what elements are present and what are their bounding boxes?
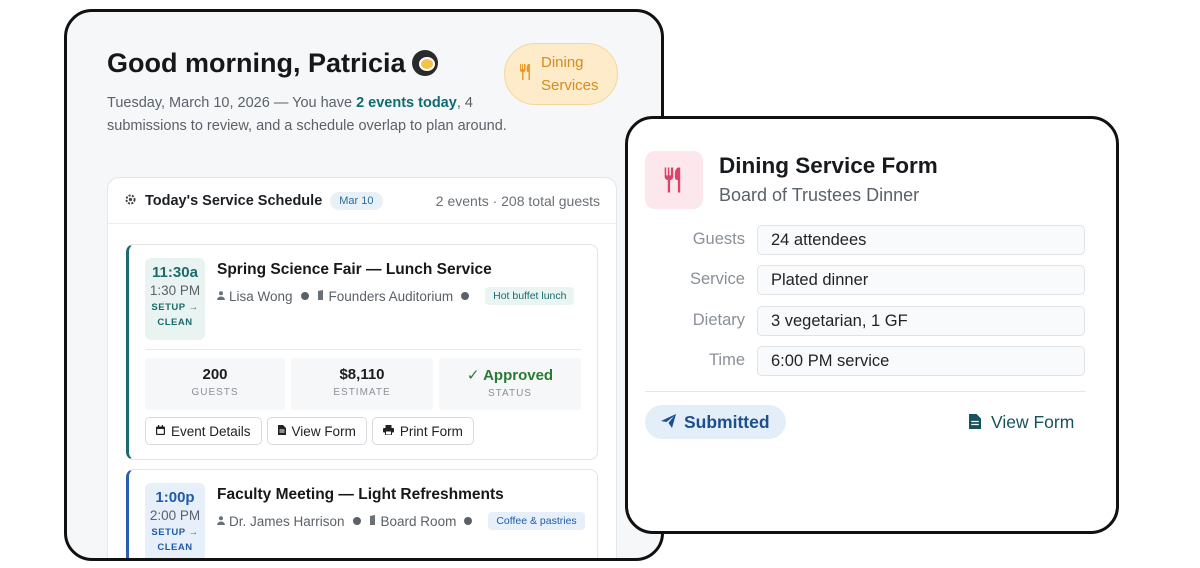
- event-details-label: Event Details: [171, 423, 251, 439]
- guests-field[interactable]: 24 attendees: [757, 225, 1085, 255]
- separator-dot: [461, 292, 470, 300]
- event-host: Dr. James Harrison: [229, 513, 345, 529]
- frying-pan-icon: [411, 50, 438, 76]
- document-icon: [969, 413, 981, 432]
- view-form-link[interactable]: View Form: [969, 412, 1074, 433]
- submitted-label: Submitted: [684, 411, 770, 432]
- greeting-title: Good morning, Patricia: [107, 48, 438, 79]
- dietary-field[interactable]: 3 vegetarian, 1 GF: [757, 306, 1085, 336]
- event-start-time: 1:00p: [155, 489, 195, 506]
- clean-label: CLEAN: [157, 542, 193, 553]
- schedule-title: Today's Service Schedule: [145, 192, 323, 209]
- guests-value: 200: [202, 366, 228, 383]
- guests-stat: 200 GUESTS: [145, 358, 285, 410]
- event-time-box: 1:00p 2:00 PM SETUP → CLEAN: [145, 483, 205, 558]
- estimate-value: $8,110: [339, 366, 385, 383]
- submitted-status-badge: Submitted: [645, 405, 786, 439]
- form-divider: [645, 391, 1086, 392]
- fork-knife-icon: [519, 63, 533, 86]
- door-icon: [316, 290, 325, 302]
- event-end-time: 1:30 PM: [149, 283, 201, 298]
- person-icon: [217, 515, 225, 527]
- event-card[interactable]: 11:30a 1:30 PM SETUP → CLEAN Spring Scie…: [126, 244, 598, 460]
- event-time-box: 11:30a 1:30 PM SETUP → CLEAN: [145, 258, 205, 340]
- clean-label: CLEAN: [157, 317, 193, 328]
- person-icon: [217, 290, 225, 302]
- separator-dot: [300, 292, 309, 300]
- event-end-time: 2:00 PM: [149, 508, 201, 523]
- service-type-tag: Hot buffet lunch: [485, 287, 575, 305]
- send-icon: [661, 413, 676, 431]
- estimate-label: ESTIMATE: [333, 387, 391, 398]
- event-details-button[interactable]: Event Details: [145, 417, 262, 445]
- summary-text: Tuesday, March 10, 2026 — You have 2 eve…: [107, 92, 507, 138]
- status-value: ✓ Approved: [466, 367, 554, 384]
- event-name: Spring Science Fair — Lunch Service: [217, 261, 492, 278]
- separator-dot: [464, 517, 473, 525]
- form-title: Dining Service Form: [719, 153, 938, 178]
- dining-badge-line1: Dining: [541, 54, 584, 71]
- gear-icon: [124, 193, 137, 209]
- events-today-link[interactable]: 2 events today: [356, 95, 457, 111]
- view-form-label: View Form: [291, 423, 356, 439]
- dining-badge-line2: Services: [541, 77, 599, 94]
- event-divider: [145, 349, 581, 350]
- door-icon: [368, 515, 377, 527]
- estimate-stat: $8,110 ESTIMATE: [291, 358, 433, 410]
- service-field[interactable]: Plated dinner: [757, 265, 1085, 295]
- setup-label: SETUP →: [151, 302, 199, 313]
- event-host: Lisa Wong: [229, 288, 293, 304]
- event-location: Board Room: [380, 513, 457, 529]
- event-meta-row: Dr. James Harrison Board Room Coffee & p…: [217, 512, 585, 530]
- dashboard-panel: Good morning, Patricia Dining Services T…: [64, 9, 664, 561]
- guests-label: GUESTS: [191, 387, 239, 398]
- setup-clean-label: SETUP → CLEAN: [145, 525, 205, 555]
- form-subtitle: Board of Trustees Dinner: [719, 185, 920, 205]
- event-actions: Event Details View Form Print Form: [145, 417, 474, 445]
- event-start-time: 11:30a: [152, 264, 198, 281]
- schedule-date-badge: Mar 10: [330, 191, 383, 210]
- greeting-text: Good morning, Patricia: [107, 48, 406, 78]
- time-field[interactable]: 6:00 PM service: [757, 346, 1085, 376]
- dining-service-form-card: Dining Service Form Board of Trustees Di…: [625, 116, 1119, 534]
- print-form-button[interactable]: Print Form: [371, 417, 474, 445]
- dining-badge-label: Dining Services: [541, 51, 599, 97]
- status-label: STATUS: [488, 388, 532, 399]
- event-meta-row: Lisa Wong Founders Auditorium Hot buffet…: [217, 287, 575, 305]
- service-type-tag: Coffee & pastries: [488, 512, 585, 530]
- fork-knife-icon: [645, 151, 703, 209]
- summary-prefix: Tuesday, March 10, 2026 — You have: [107, 95, 357, 111]
- service-field-label: Service: [689, 270, 745, 288]
- status-stat: ✓ Approved STATUS: [439, 358, 581, 410]
- setup-label: SETUP →: [151, 527, 199, 538]
- dietary-field-label: Dietary: [692, 311, 745, 329]
- calendar-icon: [156, 424, 165, 438]
- schedule-meta: 2 events · 208 total guests: [435, 192, 600, 209]
- service-schedule-card: Today's Service Schedule Mar 10 2 events…: [107, 177, 617, 558]
- view-form-button[interactable]: View Form: [266, 417, 367, 445]
- setup-clean-label: SETUP → CLEAN: [145, 300, 205, 330]
- event-location: Founders Auditorium: [328, 288, 454, 304]
- print-form-label: Print Form: [399, 423, 463, 439]
- event-name: Faculty Meeting — Light Refreshments: [217, 486, 504, 503]
- document-icon: [277, 424, 286, 438]
- event-card[interactable]: 1:00p 2:00 PM SETUP → CLEAN Faculty Meet…: [126, 469, 598, 558]
- time-field-label: Time: [708, 351, 745, 369]
- printer-icon: [382, 424, 394, 438]
- view-form-link-label: View Form: [991, 412, 1075, 432]
- dining-services-badge[interactable]: Dining Services: [504, 43, 618, 105]
- separator-dot: [352, 517, 361, 525]
- schedule-header: Today's Service Schedule Mar 10 2 events…: [108, 178, 616, 224]
- guests-field-label: Guests: [692, 230, 745, 248]
